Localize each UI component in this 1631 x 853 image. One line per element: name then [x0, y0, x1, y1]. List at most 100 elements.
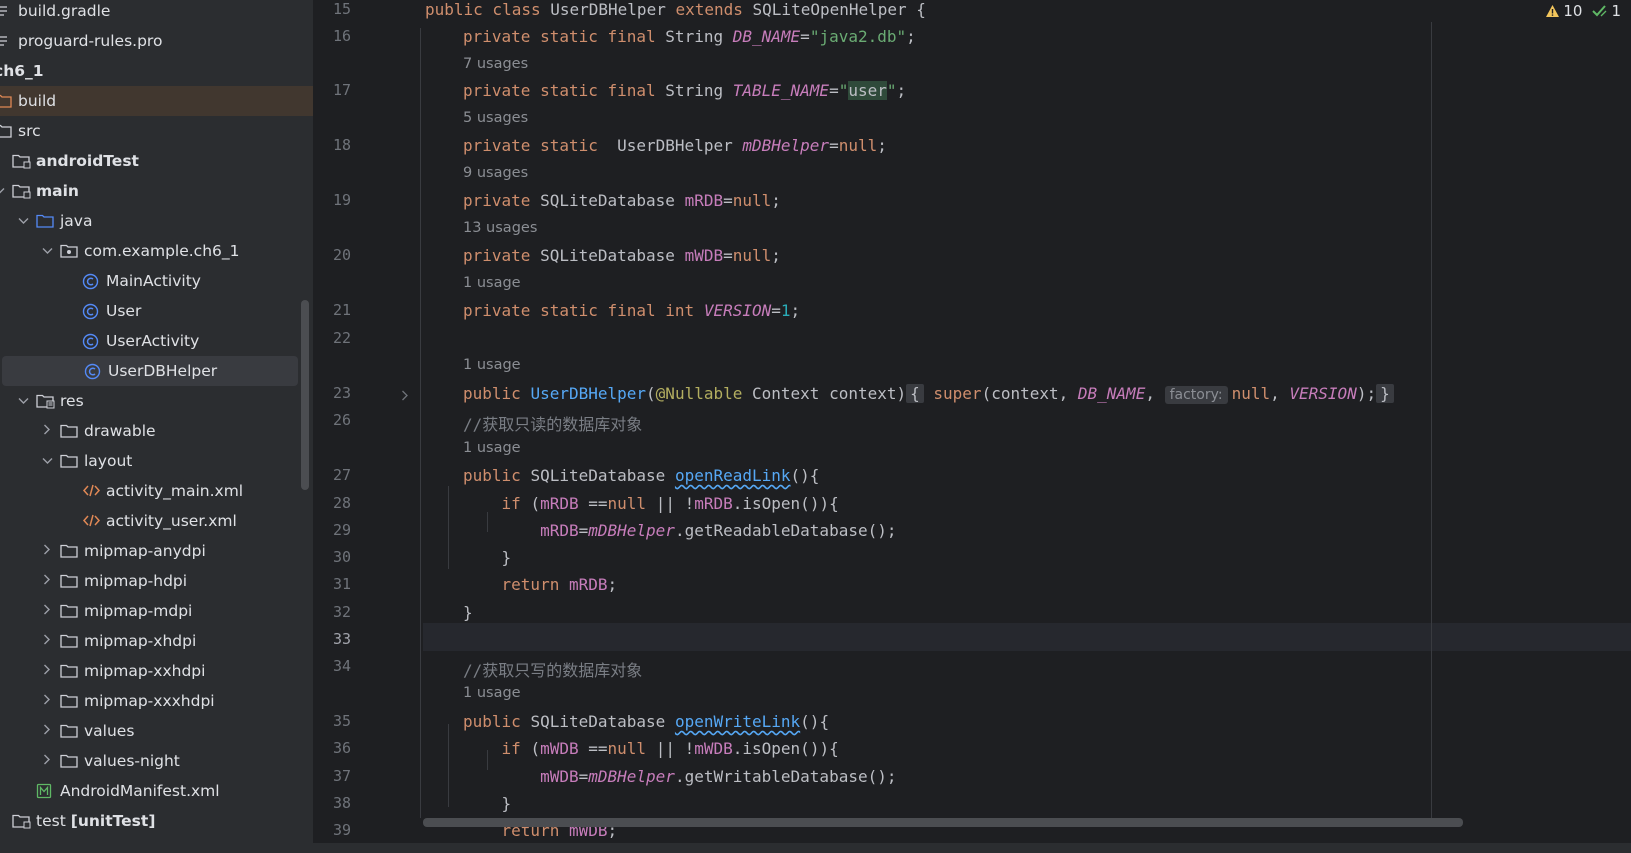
tree-item-activity-user-xml[interactable]: activity_user.xml [0, 506, 298, 536]
tree-item-mipmap-mdpi[interactable]: mipmap-mdpi [0, 596, 298, 626]
status-bar [0, 843, 1631, 853]
tree-item-res[interactable]: res [0, 386, 298, 416]
tree-item-mipmap-xxhdpi[interactable]: mipmap-xxhdpi [0, 656, 298, 686]
tree-item-mipmap-xxxhdpi[interactable]: mipmap-xxxhdpi [0, 686, 298, 716]
code-line[interactable]: } [463, 603, 473, 622]
tree-item-label: mipmap-xxxhdpi [84, 692, 215, 710]
code-line[interactable]: mWDB=mDBHelper.getWritableDatabase(); [463, 767, 896, 786]
code-line[interactable]: private static final int VERSION=1; [463, 301, 800, 320]
code-token: mDBHelper [588, 521, 675, 540]
usages-hint[interactable]: 5 usages [463, 110, 528, 126]
chevron-down-icon[interactable] [40, 455, 54, 468]
tree-item-ch6-1[interactable]: ch6_1 [0, 56, 298, 86]
tree-item-main[interactable]: main [0, 176, 298, 206]
usages-hint[interactable]: 1 usage [463, 685, 521, 701]
tree-item-com-example-ch6-1[interactable]: com.example.ch6_1 [0, 236, 298, 266]
tree-item-activity-main-xml[interactable]: activity_main.xml [0, 476, 298, 506]
code-line[interactable]: public SQLiteDatabase openReadLink(){ [463, 466, 819, 485]
tree-item-useractivity[interactable]: UserActivity [0, 326, 298, 356]
code-token: "java2.db" [809, 27, 907, 46]
inspection-widget[interactable]: 10 1 [1545, 2, 1621, 20]
code-line[interactable]: if (mRDB ==null || !mRDB.isOpen()){ [463, 494, 839, 513]
weak-warnings-indicator[interactable]: 1 [1592, 2, 1621, 20]
chevron-right-icon[interactable] [40, 754, 54, 768]
chevron-right-icon[interactable] [40, 724, 54, 738]
text-file-icon [0, 33, 13, 49]
tree-item-java[interactable]: java [0, 206, 298, 236]
usages-hint[interactable]: 1 usage [463, 440, 521, 456]
code-line[interactable]: } [463, 548, 512, 567]
tree-item-test[interactable]: test [unitTest] [0, 806, 298, 836]
tree-item-values[interactable]: values [0, 716, 298, 746]
chevron-right-icon[interactable] [40, 544, 54, 558]
tree-scrollbar[interactable] [301, 300, 309, 490]
tree-item-mipmap-hdpi[interactable]: mipmap-hdpi [0, 566, 298, 596]
chevron-down-icon[interactable] [0, 185, 6, 198]
chevron-right-icon[interactable] [40, 634, 54, 648]
tree-item-mipmap-anydpi[interactable]: mipmap-anydpi [0, 536, 298, 566]
code-token: if [501, 494, 531, 513]
code-token[interactable]: openReadLink [675, 466, 791, 485]
code-token[interactable]: openWriteLink [675, 712, 800, 731]
warnings-indicator[interactable]: 10 [1545, 2, 1582, 20]
right-margin-guide [1431, 22, 1432, 822]
code-token: = [578, 521, 589, 540]
usages-hint[interactable]: 1 usage [463, 357, 521, 373]
tree-item-drawable[interactable]: drawable [0, 416, 298, 446]
folded-code-marker[interactable]: } [1376, 384, 1394, 403]
chevron-down-icon[interactable] [16, 395, 30, 408]
code-token: String [665, 27, 733, 46]
code-line[interactable]: private static final String TABLE_NAME="… [463, 81, 906, 100]
code-line[interactable]: public UserDBHelper(@Nullable Context co… [463, 384, 1394, 404]
chevron-right-icon[interactable] [40, 604, 54, 618]
chevron-right-icon[interactable] [40, 664, 54, 678]
code-line[interactable]: private SQLiteDatabase mWDB=null; [463, 246, 781, 265]
code-token: VERSION [1289, 384, 1357, 403]
tree-item-src[interactable]: src [0, 116, 298, 146]
tree-item-build-gradle[interactable]: build.gradle [0, 0, 298, 26]
code-token: 1 [780, 301, 791, 320]
folded-code-marker[interactable]: { [906, 384, 924, 403]
chevron-right-icon[interactable] [40, 424, 54, 438]
chevron-down-icon[interactable] [40, 245, 54, 258]
code-line[interactable]: //获取只读的数据库对象 [463, 411, 642, 435]
code-line[interactable]: private static final String DB_NAME="jav… [463, 27, 916, 46]
parameter-hint: factory: [1164, 386, 1228, 404]
usages-hint[interactable]: 1 usage [463, 275, 521, 291]
chevron-down-icon[interactable] [16, 215, 30, 228]
usages-hint[interactable]: 13 usages [463, 220, 537, 236]
chevron-right-icon[interactable] [40, 574, 54, 588]
tree-item-layout[interactable]: layout [0, 446, 298, 476]
tree-item-user[interactable]: User [0, 296, 298, 326]
code-line[interactable]: public class UserDBHelper extends SQLite… [425, 0, 926, 19]
code-token: null [1231, 384, 1271, 403]
tree-item-userdbhelper[interactable]: UserDBHelper [2, 356, 298, 386]
usages-hint[interactable]: 7 usages [463, 56, 528, 72]
code-token: = [578, 767, 589, 786]
code-line[interactable]: } [463, 794, 512, 813]
expand-fold-icon[interactable] [401, 386, 409, 405]
usages-hint[interactable]: 9 usages [463, 165, 528, 181]
code-line[interactable]: private static UserDBHelper mDBHelper=nu… [463, 136, 887, 155]
code-line[interactable]: public SQLiteDatabase openWriteLink(){ [463, 712, 829, 731]
tree-item-proguard-rules-pro[interactable]: proguard-rules.pro [0, 26, 298, 56]
tree-item-mainactivity[interactable]: MainActivity [0, 266, 298, 296]
tree-item-androidmanifest-xml[interactable]: AndroidManifest.xml [0, 776, 298, 806]
line-number-gutter[interactable]: 15 16 17 18 19 20 21 22 23 26 27 28 29 30 31 32 33 34 35 36… [313, 0, 423, 843]
tree-item-label: activity_main.xml [106, 482, 244, 500]
tree-item-androidtest[interactable]: androidTest [0, 146, 298, 176]
horizontal-scrollbar[interactable] [423, 818, 1463, 827]
code-token: null [607, 739, 656, 758]
code-line[interactable]: if (mWDB ==null || !mWDB.isOpen()){ [463, 739, 839, 758]
code-line[interactable]: return mRDB; [463, 575, 618, 594]
tree-item-values-night[interactable]: values-night [0, 746, 298, 776]
code-token: ( [530, 739, 541, 758]
code-line[interactable]: mRDB=mDBHelper.getReadableDatabase(); [463, 521, 896, 540]
code-line[interactable]: //获取只写的数据库对象 [463, 657, 642, 681]
chevron-right-icon[interactable] [40, 694, 54, 708]
tree-item-mipmap-xhdpi[interactable]: mipmap-xhdpi [0, 626, 298, 656]
code-line[interactable]: private SQLiteDatabase mRDB=null; [463, 191, 781, 210]
tree-item-build[interactable]: build [0, 86, 313, 116]
code-editor[interactable]: 15 16 17 18 19 20 21 22 23 26 27 28 29 30 31 32 33 34 35 36… [313, 0, 1631, 843]
